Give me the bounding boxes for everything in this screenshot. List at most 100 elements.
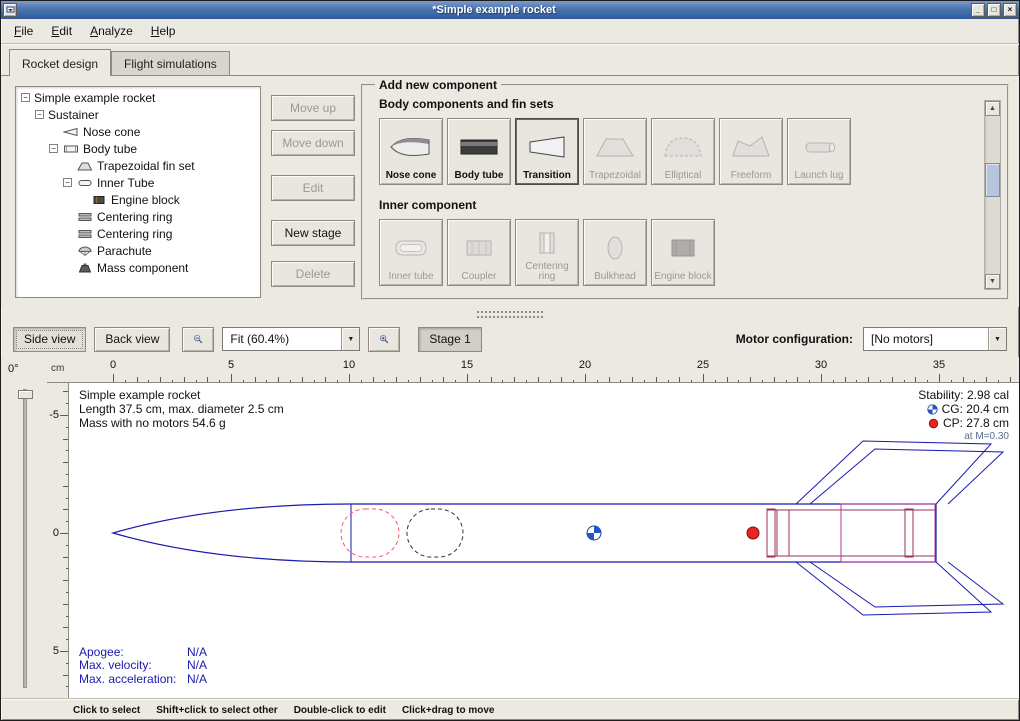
titlebar: *Simple example rocket _ □ × xyxy=(1,1,1019,19)
side-view-button[interactable]: Side view xyxy=(13,327,86,352)
cg-icon xyxy=(927,404,938,415)
hint-double-click: Double-click to edit xyxy=(294,705,386,716)
bulkhead-icon xyxy=(593,223,637,272)
tree-item-trapezoidal-fin-set[interactable]: Trapezoidal fin set xyxy=(16,157,260,174)
collapse-icon[interactable]: − xyxy=(49,144,58,153)
add-trapezoidal-fin-button[interactable]: Trapezoidal xyxy=(583,118,647,185)
collapse-icon[interactable]: − xyxy=(21,93,30,102)
move-down-button[interactable]: Move down xyxy=(271,130,355,156)
freeform-fin-icon xyxy=(729,122,773,171)
tree-item-centering-ring-2[interactable]: Centering ring xyxy=(16,225,260,242)
add-nose-cone-button[interactable]: Nose cone xyxy=(379,118,443,185)
nose-cone-icon xyxy=(62,127,79,137)
edit-button[interactable]: Edit xyxy=(271,175,355,201)
app-window: *Simple example rocket _ □ × File Edit A… xyxy=(0,0,1020,721)
zoom-in-button[interactable] xyxy=(368,327,400,352)
fin-top-projection xyxy=(810,449,1003,504)
fin-top xyxy=(796,441,991,504)
add-transition-button[interactable]: Transition xyxy=(515,118,579,185)
hint-click-drag: Click+drag to move xyxy=(402,705,495,716)
tree-item-engine-block[interactable]: Engine block xyxy=(16,191,260,208)
component-panel-scrollbar[interactable]: ▲ ▼ xyxy=(984,100,1001,290)
add-coupler-button[interactable]: Coupler xyxy=(447,219,511,286)
rocket-canvas[interactable]: Simple example rocket Length 37.5 cm, ma… xyxy=(69,383,1019,698)
fin-icon xyxy=(76,161,93,171)
tab-rocket-design[interactable]: Rocket design xyxy=(9,49,111,76)
scroll-down-icon[interactable]: ▼ xyxy=(985,274,1000,289)
rocket-body-outline xyxy=(113,504,936,562)
parachute-icon xyxy=(76,246,93,256)
horizontal-ruler: 0 5 10 15 20 25 30 35 xyxy=(69,357,1019,383)
magnifier-minus-icon xyxy=(193,330,203,348)
add-centering-ring-button[interactable]: Centering ring xyxy=(515,219,579,286)
motor-configuration-label: Motor configuration: xyxy=(736,332,853,346)
add-launch-lug-button[interactable]: Launch lug xyxy=(787,118,851,185)
collapse-icon[interactable]: − xyxy=(63,178,72,187)
tree-item-nose-cone[interactable]: Nose cone xyxy=(16,123,260,140)
trapezoidal-fin-icon xyxy=(593,122,637,171)
scrollbar-thumb[interactable] xyxy=(985,163,1000,197)
back-view-button[interactable]: Back view xyxy=(94,327,170,352)
flight-info: Apogee:N/A Max. velocity:N/A Max. accele… xyxy=(79,646,207,687)
add-elliptical-fin-button[interactable]: Elliptical xyxy=(651,118,715,185)
zoom-out-button[interactable] xyxy=(182,327,214,352)
body-tube-icon xyxy=(457,122,501,171)
stage-1-toggle[interactable]: Stage 1 xyxy=(418,327,481,352)
mach-note: at M=0.30 xyxy=(918,430,1009,444)
main-tabs: Rocket design Flight simulations xyxy=(1,44,1019,75)
engine-block-icon xyxy=(90,195,107,205)
window-title: *Simple example rocket xyxy=(19,4,969,16)
collapse-icon[interactable]: − xyxy=(35,110,44,119)
close-button[interactable]: × xyxy=(1003,3,1017,17)
new-stage-button[interactable]: New stage xyxy=(271,220,355,246)
move-up-button[interactable]: Move up xyxy=(271,95,355,121)
magnifier-plus-icon xyxy=(379,330,389,348)
mass-component-icon xyxy=(76,263,93,273)
rotation-slider-handle[interactable] xyxy=(18,390,33,399)
zoom-level-select[interactable]: Fit (60.4%) ▼ xyxy=(222,327,360,351)
component-tree[interactable]: − Simple example rocket − Sustainer Nose… xyxy=(15,86,261,298)
tree-item-sustainer[interactable]: − Sustainer xyxy=(16,106,260,123)
launch-lug-icon xyxy=(797,122,841,171)
add-engine-block-button[interactable]: Engine block xyxy=(651,219,715,286)
hint-shift-click: Shift+click to select other xyxy=(156,705,277,716)
tree-item-body-tube[interactable]: − Body tube xyxy=(16,140,260,157)
add-freeform-fin-button[interactable]: Freeform xyxy=(719,118,783,185)
tree-item-inner-tube[interactable]: − Inner Tube xyxy=(16,174,260,191)
rotation-control: 0° xyxy=(1,357,47,698)
rotation-slider[interactable] xyxy=(23,389,27,688)
tab-flight-simulations[interactable]: Flight simulations xyxy=(111,51,230,76)
add-body-tube-button[interactable]: Body tube xyxy=(447,118,511,185)
menu-help[interactable]: Help xyxy=(143,21,184,41)
minimize-button[interactable]: _ xyxy=(971,3,985,17)
menu-file[interactable]: File xyxy=(6,21,41,41)
add-inner-tube-button[interactable]: Inner tube xyxy=(379,219,443,286)
coupler-icon xyxy=(457,223,501,272)
tree-item-centering-ring-1[interactable]: Centering ring xyxy=(16,208,260,225)
delete-button[interactable]: Delete xyxy=(271,261,355,287)
panel-splitter[interactable] xyxy=(1,307,1019,321)
transition-icon xyxy=(525,122,569,171)
tree-item-rocket[interactable]: − Simple example rocket xyxy=(16,89,260,106)
tree-item-mass-component[interactable]: Mass component xyxy=(16,259,260,276)
cp-value: CP: 27.8 cm xyxy=(943,416,1009,430)
maximize-button[interactable]: □ xyxy=(987,3,1001,17)
tree-item-parachute[interactable]: Parachute xyxy=(16,242,260,259)
cg-marker xyxy=(587,526,601,540)
motor-configuration-select[interactable]: [No motors] ▼ xyxy=(863,327,1007,351)
body-tube-icon xyxy=(62,144,79,154)
chevron-down-icon: ▼ xyxy=(988,328,1006,350)
window-menu-icon[interactable] xyxy=(3,3,17,17)
engine-block-icon xyxy=(661,223,705,272)
view-toolbar: Side view Back view Fit (60.4%) ▼ Stage … xyxy=(1,321,1019,357)
inner-tube-icon xyxy=(389,223,433,272)
add-bulkhead-button[interactable]: Bulkhead xyxy=(583,219,647,286)
menu-edit[interactable]: Edit xyxy=(43,21,80,41)
menu-analyze[interactable]: Analyze xyxy=(82,21,141,41)
rotation-angle-label: 0° xyxy=(8,363,19,375)
elliptical-fin-icon xyxy=(661,122,705,171)
scroll-up-icon[interactable]: ▲ xyxy=(985,101,1000,116)
ruler-unit-label: cm xyxy=(47,357,69,383)
inner-component-buttons: Inner tube Coupler Centering ring Bulkhe… xyxy=(379,219,997,286)
hint-click-select: Click to select xyxy=(73,705,140,716)
